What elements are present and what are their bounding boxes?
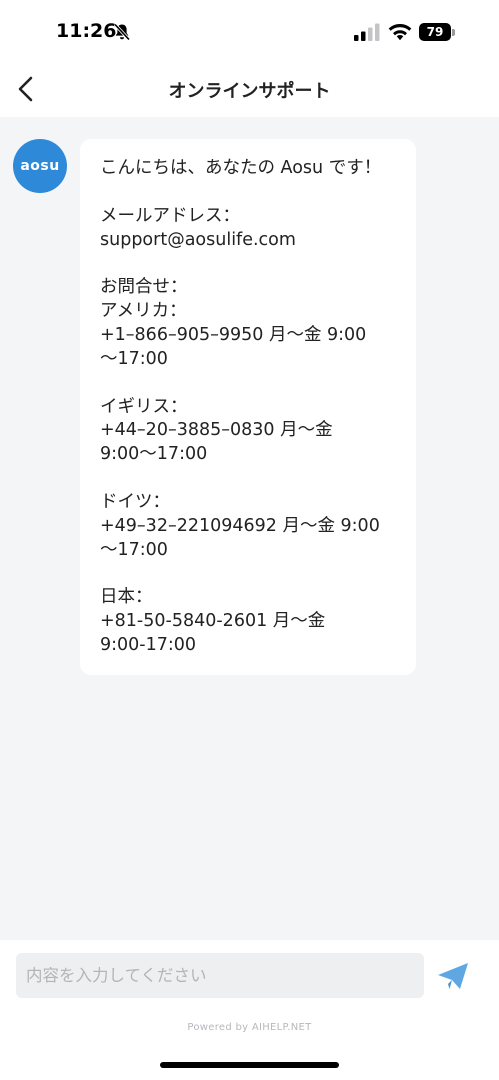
powered-by: Powered by AIHELP.NET bbox=[187, 1022, 312, 1033]
page-title: オンラインサポート bbox=[168, 81, 331, 102]
input-area: 内容を入力してください Powered by AIHELP.NET bbox=[0, 940, 499, 1080]
nav-bar: オンラインサポート bbox=[0, 64, 499, 117]
region-phone: +49–32–221094692 月〜金 9:00 bbox=[100, 515, 380, 536]
region-hours: 〜17:00 bbox=[100, 348, 168, 369]
cellular-signal-icon bbox=[354, 23, 380, 41]
message-input[interactable]: 内容を入力してください bbox=[16, 953, 424, 998]
region-name: 日本： bbox=[100, 587, 153, 608]
region-name: アメリカ： bbox=[100, 301, 187, 322]
email-label: メールアドレス： bbox=[100, 205, 240, 226]
region-block-jp: 日本： +81-50-5840-2601 月〜金 9:00-17:00 bbox=[100, 586, 398, 657]
region-phone: +1–866–905–9950 月〜金 9:00 bbox=[100, 324, 367, 345]
region-name: ドイツ： bbox=[100, 491, 170, 512]
email-address: support@aosulife.com bbox=[100, 229, 296, 250]
region-block-de: ドイツ： +49–32–221094692 月〜金 9:00 〜17:00 bbox=[100, 491, 398, 562]
home-indicator bbox=[160, 1062, 339, 1068]
battery-icon: 79 bbox=[419, 23, 451, 41]
region-name: イギリス： bbox=[100, 396, 188, 417]
region-hours: 9:00〜17:00 bbox=[100, 444, 208, 465]
avatar: aosu bbox=[13, 139, 67, 193]
status-time: 11:26 bbox=[56, 20, 117, 42]
status-bar: 11:26 79 bbox=[0, 0, 499, 64]
region-phone: +81-50-5840-2601 月〜金 bbox=[100, 611, 326, 632]
region-hours: 〜17:00 bbox=[100, 539, 168, 560]
message-bubble: こんにちは、あなたの Aosu です！ メールアドレス： support@aos… bbox=[80, 139, 416, 675]
greeting-text: こんにちは、あなたの Aosu です！ bbox=[100, 158, 382, 178]
region-block-us: お問合せ： アメリカ： +1–866–905–9950 月〜金 9:00 〜17… bbox=[100, 276, 398, 371]
chat-area[interactable]: aosu こんにちは、あなたの Aosu です！ メールアドレス： suppor… bbox=[0, 117, 499, 940]
chat-screen: 11:26 79 オンラインサポート aosu こんにちは、あなたの Aosu … bbox=[0, 0, 499, 1080]
send-icon[interactable] bbox=[436, 960, 470, 992]
email-block: メールアドレス： support@aosulife.com bbox=[100, 205, 398, 253]
inquiry-label: お問合せ： bbox=[100, 277, 188, 298]
region-phone: +44–20–3885–0830 月〜金 bbox=[100, 420, 333, 441]
region-hours: 9:00-17:00 bbox=[100, 634, 197, 655]
region-block-uk: イギリス： +44–20–3885–0830 月〜金 9:00〜17:00 bbox=[100, 396, 398, 467]
wifi-icon bbox=[388, 23, 412, 41]
greeting-block: こんにちは、あなたの Aosu です！ bbox=[100, 157, 398, 181]
bell-off-icon bbox=[113, 23, 131, 41]
battery-cap bbox=[452, 29, 455, 36]
